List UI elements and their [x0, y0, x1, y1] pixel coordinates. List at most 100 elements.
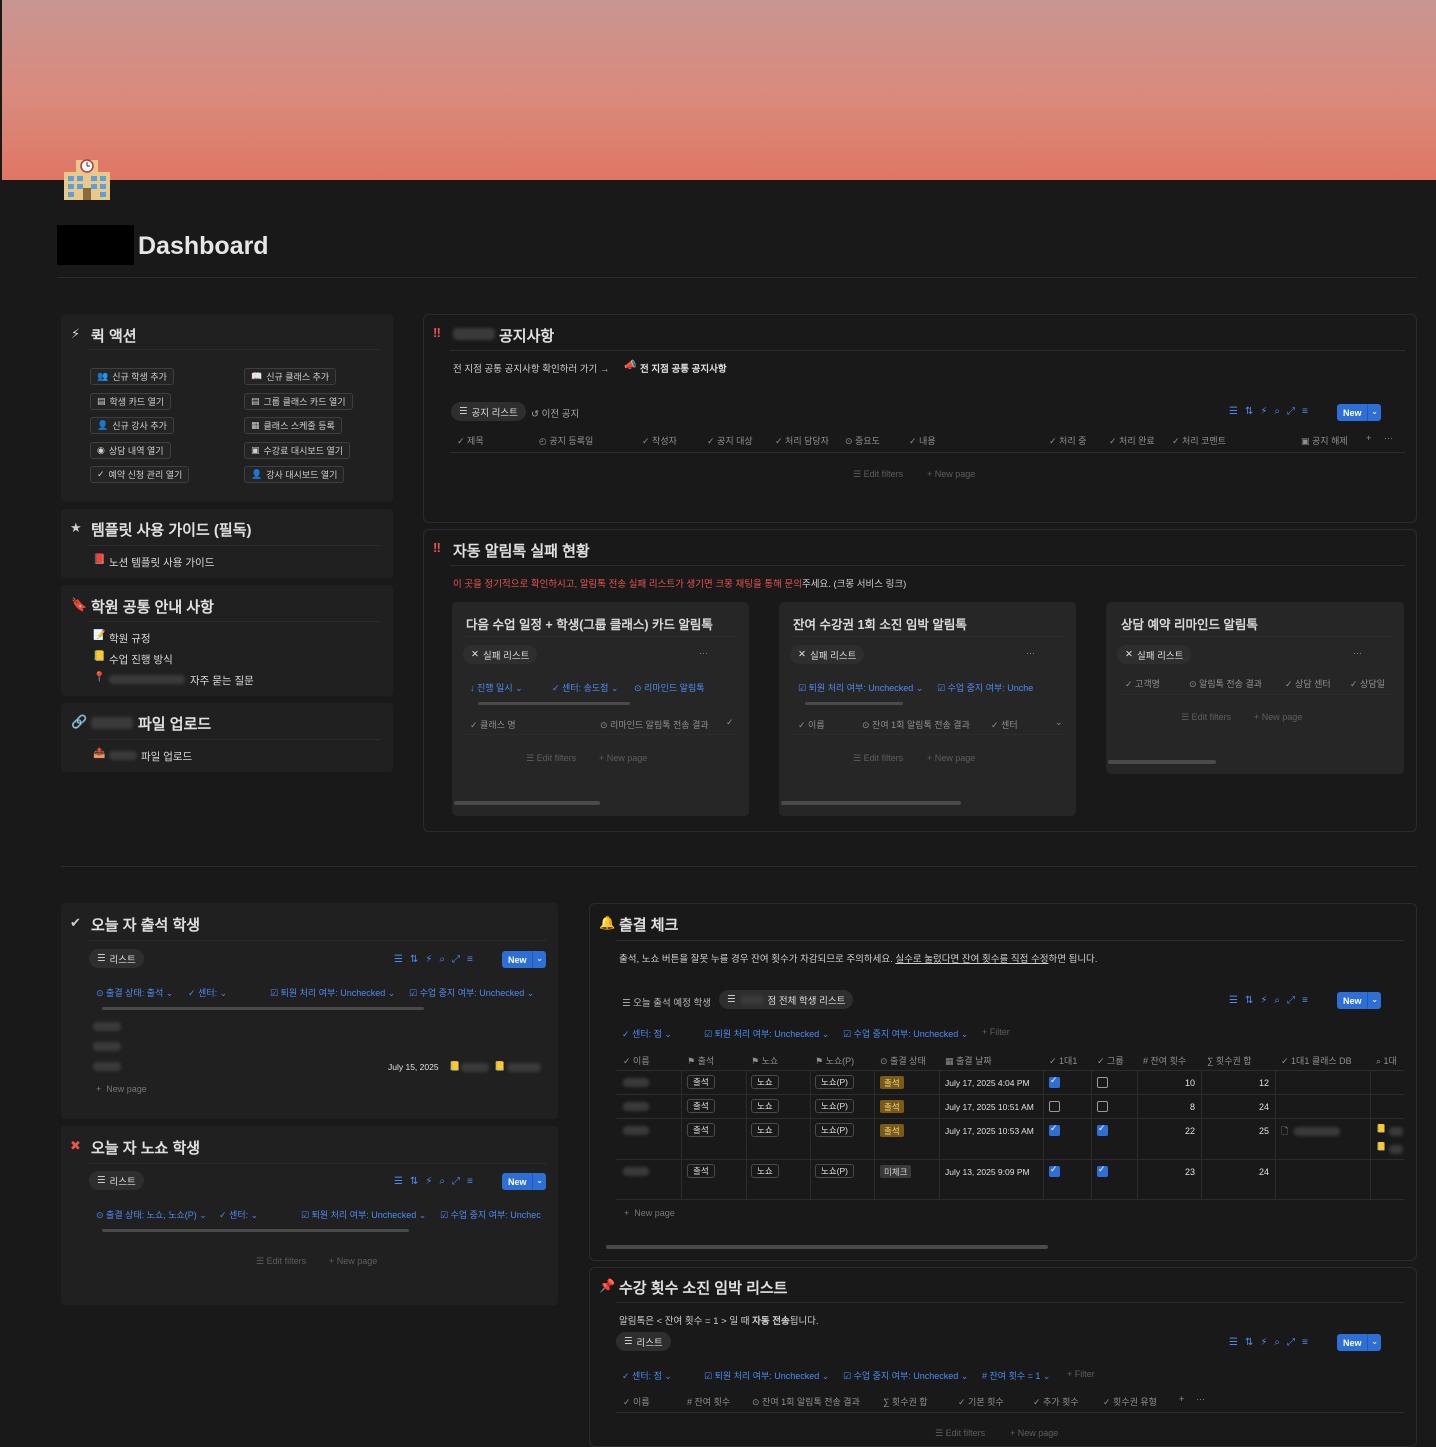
- total-count[interactable]: 24: [1259, 1102, 1269, 1112]
- notice-link[interactable]: 전 지점 공통 공지사항: [640, 361, 727, 375]
- column-header[interactable]: ⊙ 잔여 1회 알림톡 전송 결과: [862, 718, 970, 731]
- more-icon[interactable]: ···: [1384, 433, 1393, 443]
- column-header[interactable]: ✓ 고객명: [1125, 677, 1160, 690]
- check-toolbar[interactable]: ☰⇅⚡⌕⤢≡: [1229, 995, 1315, 1006]
- new-page-button[interactable]: + New page: [927, 753, 975, 763]
- filter-chip[interactable]: # 잔여 횟수 = 1 ⌄: [982, 1369, 1050, 1382]
- column-header[interactable]: ✓ 상담일: [1350, 677, 1385, 690]
- filter-chip[interactable]: ⊙ 리마인드 알림톡: [634, 681, 705, 694]
- student-name[interactable]: [623, 1078, 649, 1087]
- column-header[interactable]: ⊙ 중요도: [845, 434, 880, 447]
- filter-chip[interactable]: ⊙ 출결 상태: 출석 ⌄: [96, 986, 173, 999]
- tab-previous-notice[interactable]: ↺ 이전 공지: [531, 406, 579, 420]
- horizontal-scrollbar[interactable]: [478, 702, 630, 705]
- add-class-button[interactable]: 📖 신규 클래스 추가: [244, 368, 337, 385]
- edit-filters-button[interactable]: ☰ Edit filters: [526, 753, 576, 764]
- status-badge[interactable]: 출석: [880, 1076, 904, 1089]
- more-icon[interactable]: ···: [1353, 648, 1362, 658]
- column-header[interactable]: ⚑ 노쇼(P): [815, 1054, 854, 1067]
- attend-button[interactable]: 출석: [687, 1164, 715, 1178]
- add-column-icon[interactable]: +: [1179, 1394, 1184, 1404]
- open-teacher-dashboard-button[interactable]: 👤 강사 대시보드 열기: [244, 466, 345, 483]
- more-icon[interactable]: ···: [1026, 648, 1035, 658]
- column-header[interactable]: ✓ 처리 담당자: [775, 434, 829, 447]
- attend-button[interactable]: 출석: [687, 1099, 715, 1113]
- column-header[interactable]: ✓ 이름: [798, 718, 825, 731]
- notice-new-button[interactable]: New ⌄: [1337, 404, 1381, 421]
- noshow-p-button[interactable]: 노쇼(P): [815, 1164, 854, 1178]
- column-header[interactable]: ✓ 처리 코멘트: [1172, 434, 1226, 447]
- class-method-link[interactable]: 수업 진행 방식: [109, 652, 173, 667]
- tab-fail-list[interactable]: ✕ 실패 리스트: [463, 645, 538, 664]
- tab-fail-list[interactable]: ✕ 실패 리스트: [790, 645, 865, 664]
- student-name[interactable]: [623, 1102, 649, 1111]
- filter-chip[interactable]: ☑ 수업 중지 여부: Unchecked ⌄: [843, 1027, 968, 1040]
- attend-datetime[interactable]: July 17, 2025 10:53 AM: [945, 1126, 1034, 1136]
- student-name[interactable]: [93, 1062, 121, 1071]
- noshow-button[interactable]: 노쇼: [751, 1075, 779, 1089]
- filter-chip[interactable]: ☑ 수업 중지 여부: Unche: [937, 681, 1033, 694]
- total-count[interactable]: 25: [1259, 1126, 1269, 1136]
- new-page-button[interactable]: + New page: [927, 469, 975, 479]
- tab-list[interactable]: ☰ 리스트: [89, 949, 144, 968]
- tab-notice-list[interactable]: ☰ 공지 리스트: [451, 402, 526, 421]
- status-badge[interactable]: 출석: [880, 1124, 904, 1137]
- column-header[interactable]: ✓ 1대1 클래스 DB: [1281, 1054, 1352, 1067]
- horizontal-scrollbar[interactable]: [781, 801, 961, 805]
- column-header[interactable]: ✓ 이름: [623, 1395, 650, 1408]
- add-student-button[interactable]: 👥 신규 학생 추가: [90, 368, 174, 385]
- status-badge[interactable]: 출석: [880, 1100, 904, 1113]
- column-header[interactable]: ✓ 상담 센터: [1285, 677, 1331, 690]
- filter-chip[interactable]: ☑ 퇴원 처리 여부: Unchecked ⌄: [798, 681, 923, 694]
- edit-filters-button[interactable]: ☰ Edit filters: [853, 469, 903, 480]
- group-checkbox[interactable]: [1097, 1164, 1108, 1177]
- column-header[interactable]: ✓ 횟수권 유형: [1103, 1395, 1157, 1408]
- attend-button[interactable]: 출석: [687, 1123, 715, 1137]
- column-header[interactable]: ✓ 그룹: [1097, 1054, 1124, 1067]
- one-on-one-checkbox[interactable]: [1049, 1075, 1060, 1088]
- filter-chip[interactable]: ✓ 센터: ⌄: [188, 986, 227, 999]
- remaining-count[interactable]: 8: [1190, 1102, 1195, 1112]
- one-on-one-checkbox[interactable]: [1049, 1123, 1060, 1136]
- column-header[interactable]: ✓ 클래스 명: [470, 718, 516, 731]
- column-header[interactable]: ∑ 횟수권 합: [1207, 1054, 1252, 1067]
- column-header[interactable]: ⚑ 노쇼: [751, 1054, 778, 1067]
- column-header[interactable]: ✓ 이름: [623, 1054, 650, 1067]
- register-class-schedule-button[interactable]: ▦ 클래스 스케줄 등록: [244, 417, 342, 434]
- open-tuition-dashboard-button[interactable]: ▣ 수강료 대시보드 열기: [244, 442, 351, 459]
- status-badge[interactable]: 미체크: [880, 1165, 912, 1178]
- horizontal-scrollbar[interactable]: [1108, 760, 1216, 764]
- open-reservation-management-button[interactable]: ✓ 예약 신청 관리 열기: [90, 466, 190, 483]
- column-header[interactable]: ⚑ 출석: [687, 1054, 714, 1067]
- column-header[interactable]: ✓ 작성자: [642, 434, 677, 447]
- faq-link[interactable]: 자주 묻는 질문: [190, 673, 254, 688]
- noshow-toolbar[interactable]: ☰⇅⚡⌕⤢≡: [394, 1176, 480, 1187]
- filter-chip[interactable]: ☑ 퇴원 처리 여부: Unchecked ⌄: [704, 1369, 829, 1382]
- filter-chip[interactable]: ☑ 수업 중지 여부: Unchec: [440, 1208, 541, 1221]
- filter-chip[interactable]: ☑ 퇴원 처리 여부: Unchecked ⌄: [704, 1027, 829, 1040]
- filter-chip[interactable]: ✓ 센터: ⌄: [219, 1208, 258, 1221]
- class-link[interactable]: [1294, 1127, 1340, 1136]
- open-group-class-card-button[interactable]: ▤ 그룹 클래스 카드 열기: [244, 393, 353, 410]
- column-header[interactable]: ⌕ 1대: [1376, 1054, 1397, 1067]
- add-column-icon[interactable]: +: [1366, 433, 1371, 443]
- more-icon[interactable]: ···: [699, 648, 708, 658]
- noshow-button[interactable]: 노쇼: [751, 1123, 779, 1137]
- file-upload-link[interactable]: 파일 업로드: [141, 749, 192, 764]
- add-filter-button[interactable]: + Filter: [982, 1027, 1010, 1037]
- column-header[interactable]: ⊙ 출결 상태: [880, 1054, 926, 1067]
- attend-button[interactable]: 출석: [687, 1075, 715, 1089]
- horizontal-scrollbar[interactable]: [606, 1245, 1048, 1249]
- column-header[interactable]: ✓ 공지 대상: [707, 434, 753, 447]
- student-name[interactable]: [93, 1042, 121, 1051]
- new-page-button[interactable]: + New page: [1010, 1428, 1058, 1438]
- column-header[interactable]: ▦ 출결 날짜: [945, 1054, 992, 1067]
- noshow-button[interactable]: 노쇼: [751, 1164, 779, 1178]
- edit-filters-button[interactable]: ☰ Edit filters: [1181, 712, 1231, 723]
- filter-chip[interactable]: ☑ 수업 중지 여부: Unchecked ⌄: [409, 986, 534, 999]
- noshow-p-button[interactable]: 노쇼(P): [815, 1075, 854, 1089]
- filter-chip[interactable]: ☑ 퇴원 처리 여부: Unchecked ⌄: [270, 986, 395, 999]
- add-filter-button[interactable]: + Filter: [1067, 1369, 1095, 1379]
- horizontal-scrollbar[interactable]: [102, 1007, 424, 1010]
- noshow-new-button[interactable]: New ⌄: [502, 1173, 546, 1190]
